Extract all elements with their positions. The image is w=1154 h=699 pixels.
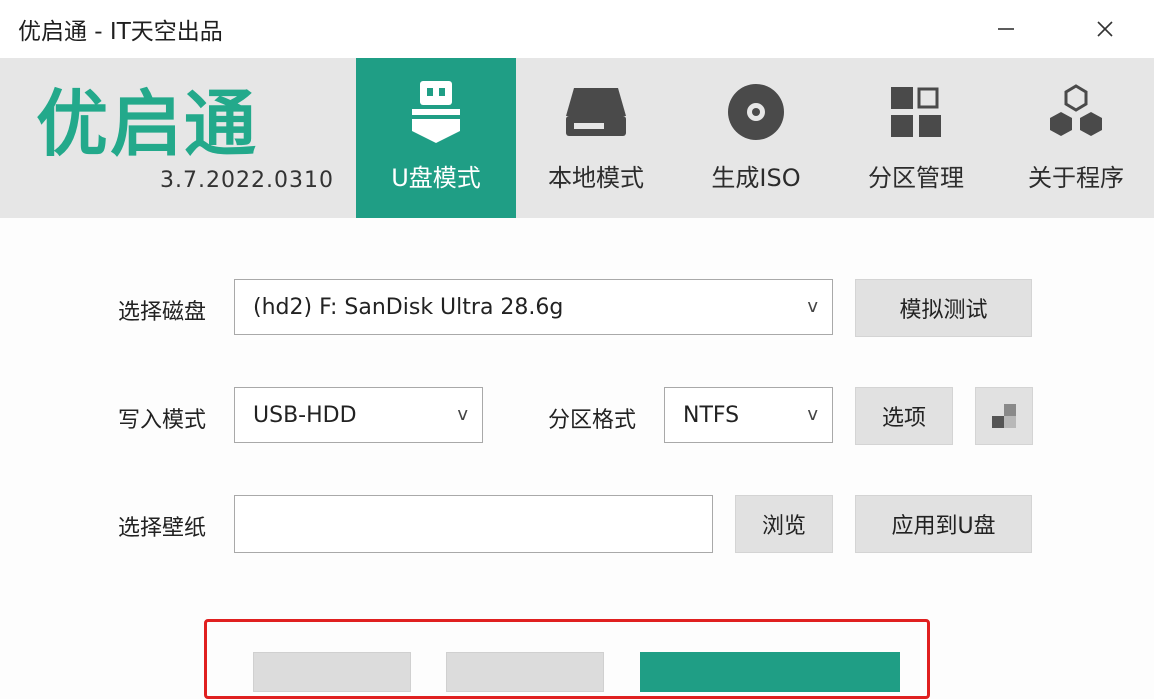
disc-icon — [726, 80, 786, 144]
chevron-down-icon: v — [457, 404, 468, 425]
browse-button[interactable]: 浏览 — [735, 495, 833, 553]
write-mode-value: USB-HDD — [253, 402, 357, 428]
squares-icon — [992, 404, 1016, 428]
options-button[interactable]: 选项 — [855, 387, 953, 445]
close-button[interactable] — [1075, 8, 1135, 50]
write-mode-label: 写入模式 — [118, 408, 207, 433]
write-mode-select[interactable]: USB-HDD v — [234, 387, 483, 443]
minimize-icon — [998, 28, 1014, 30]
tab-generate-iso[interactable]: 生成ISO — [676, 58, 836, 218]
minimize-button[interactable] — [976, 8, 1036, 50]
tab-about[interactable]: 关于程序 — [996, 58, 1154, 218]
chevron-down-icon: v — [807, 296, 818, 317]
hexagons-icon — [1045, 80, 1107, 144]
tab-local-mode[interactable]: 本地模式 — [516, 58, 676, 218]
apply-to-usb-button[interactable]: 应用到U盘 — [855, 495, 1032, 553]
tab-label: 分区管理 — [868, 164, 964, 192]
tab-label: 本地模式 — [548, 164, 644, 192]
brand-logo: 优启通 — [36, 82, 259, 166]
version-label: 3.7.2022.0310 — [160, 168, 334, 193]
disk-select[interactable]: (hd2) F: SanDisk Ultra 28.6g v — [234, 279, 833, 335]
tab-partition-manager[interactable]: 分区管理 — [836, 58, 996, 218]
highlight-box — [204, 619, 930, 699]
disk-label: 选择磁盘 — [118, 300, 207, 325]
usb-drive-icon — [408, 80, 464, 144]
title-bar: 优启通 - IT天空出品 — [0, 0, 1154, 58]
partition-grid-icon — [891, 80, 941, 144]
wallpaper-path-input[interactable] — [234, 495, 713, 553]
tab-label: U盘模式 — [391, 164, 481, 192]
advanced-toggle-button[interactable] — [975, 387, 1033, 445]
window-title: 优启通 - IT天空出品 — [18, 19, 223, 45]
simulate-test-button[interactable]: 模拟测试 — [855, 279, 1032, 337]
tab-u-disk-mode[interactable]: U盘模式 — [356, 58, 516, 218]
wallpaper-label: 选择壁纸 — [118, 516, 207, 541]
tab-label: 关于程序 — [1028, 164, 1124, 192]
partition-format-select[interactable]: NTFS v — [664, 387, 833, 443]
hard-disk-icon — [564, 80, 628, 144]
chevron-down-icon: v — [807, 404, 818, 425]
close-icon — [1097, 21, 1113, 37]
partition-format-value: NTFS — [683, 402, 740, 428]
partition-format-label: 分区格式 — [548, 408, 637, 433]
tab-label: 生成ISO — [711, 164, 801, 192]
disk-select-value: (hd2) F: SanDisk Ultra 28.6g — [253, 294, 564, 320]
